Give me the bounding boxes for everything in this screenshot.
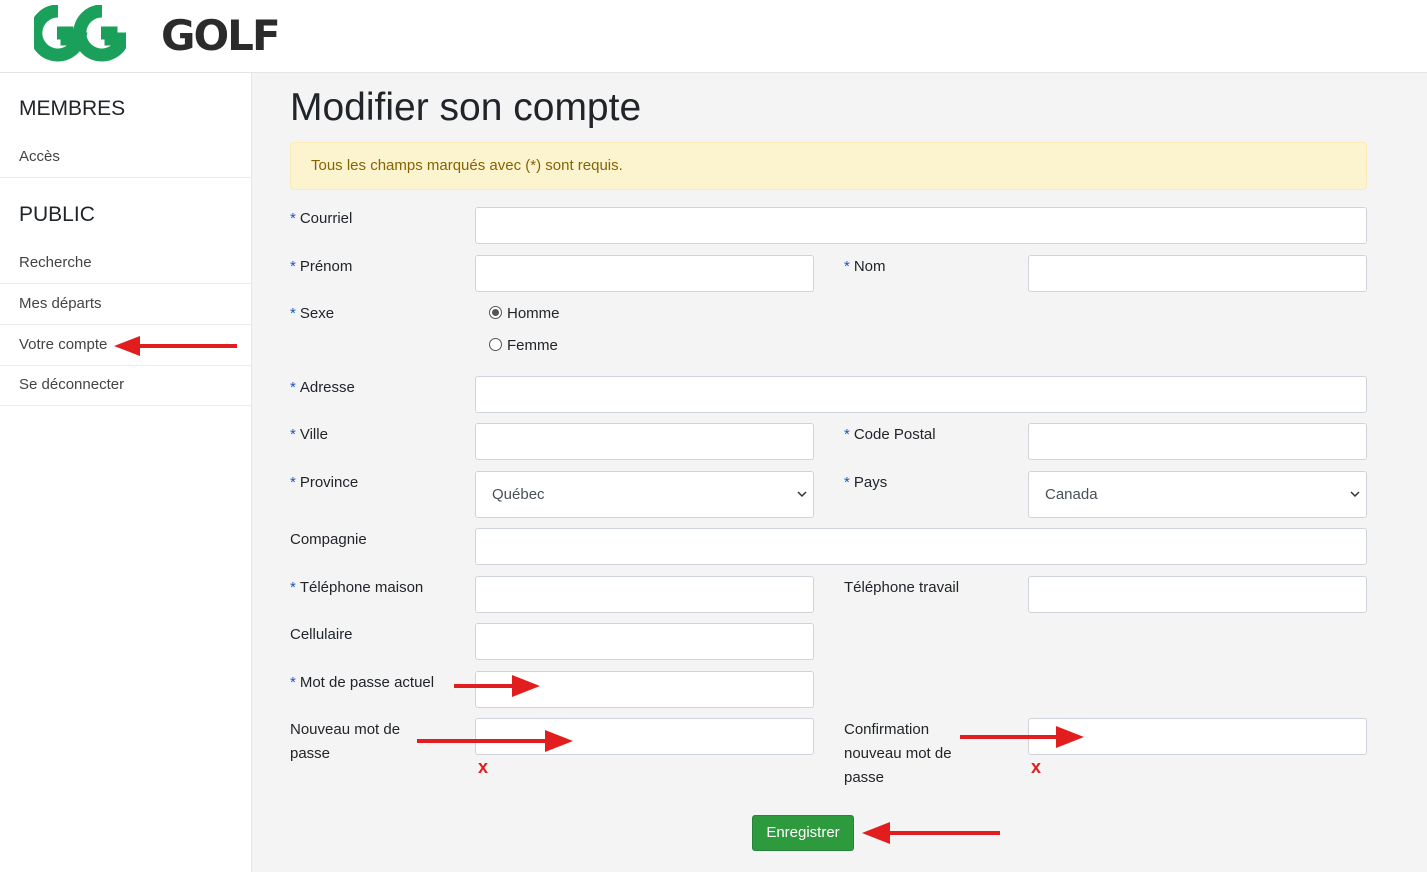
required-marker: * bbox=[290, 305, 296, 322]
label-telephone-maison: * Téléphone maison bbox=[290, 576, 423, 600]
required-fields-alert: Tous les champs marqués avec (*) sont re… bbox=[290, 142, 1367, 190]
sidebar-item-se-deconnecter[interactable]: Se déconnecter bbox=[0, 365, 251, 406]
courriel-input[interactable] bbox=[475, 207, 1367, 244]
label-nom: * Nom bbox=[844, 255, 886, 279]
error-x-icon: x bbox=[1031, 757, 1042, 777]
top-bar: GOLF bbox=[0, 0, 1427, 73]
chevron-down-icon bbox=[797, 491, 807, 498]
label-line: passe bbox=[844, 769, 885, 786]
label-text: Pays bbox=[853, 474, 888, 491]
label-text: Mot de passe actuel bbox=[299, 674, 435, 691]
gg-logo-mark-icon bbox=[29, 4, 132, 62]
label-text: Téléphone maison bbox=[299, 579, 424, 596]
select-value: Canada bbox=[1045, 486, 1098, 503]
label-pays: * Pays bbox=[844, 471, 887, 495]
required-marker: * bbox=[844, 474, 850, 491]
required-marker: * bbox=[290, 579, 296, 596]
label-adresse: * Adresse bbox=[290, 376, 355, 400]
annotation-arrow-right-icon bbox=[454, 675, 540, 697]
label-text: Nom bbox=[853, 258, 886, 275]
label-line: Confirmation bbox=[844, 721, 930, 738]
required-marker: * bbox=[290, 474, 296, 491]
label-text: Province bbox=[299, 474, 359, 491]
sidebar-item-label: Mes départs bbox=[19, 295, 102, 312]
radio-femme[interactable]: Femme bbox=[489, 336, 558, 356]
sidebar-item-recherche[interactable]: Recherche bbox=[0, 243, 251, 284]
sidebar-item-label: Recherche bbox=[19, 254, 92, 271]
label-sexe: * Sexe bbox=[290, 302, 334, 326]
sidebar-item-label: Votre compte bbox=[19, 336, 108, 353]
logo-text: GOLF bbox=[161, 11, 281, 60]
radio-label: Femme bbox=[507, 337, 558, 354]
label-ville: * Ville bbox=[290, 423, 328, 447]
ville-input[interactable] bbox=[475, 423, 814, 460]
chevron-down-icon bbox=[1350, 491, 1360, 498]
province-select[interactable]: Québec bbox=[475, 471, 814, 518]
prenom-input[interactable] bbox=[475, 255, 814, 292]
radio-checked-icon[interactable] bbox=[489, 306, 502, 319]
sidebar-item-label: Se déconnecter bbox=[19, 376, 125, 393]
label-text: Adresse bbox=[299, 379, 355, 396]
label-cellulaire: Cellulaire bbox=[290, 626, 353, 643]
radio-unchecked-icon[interactable] bbox=[489, 338, 502, 351]
label-text: Ville bbox=[299, 426, 328, 443]
label-line: passe bbox=[290, 745, 331, 762]
sidebar-heading-public: PUBLIC bbox=[19, 203, 95, 226]
label-confirmation-mot-de-passe: Confirmation nouveau mot de passe bbox=[844, 718, 952, 790]
enregistrer-button[interactable]: Enregistrer bbox=[752, 815, 854, 851]
annotation-arrow-right-icon bbox=[417, 730, 573, 752]
error-x-icon: x bbox=[478, 757, 489, 777]
gg-golf-logo[interactable]: GOLF bbox=[29, 4, 281, 63]
required-marker: * bbox=[290, 210, 296, 227]
annotation-arrow-left-icon bbox=[862, 822, 1000, 844]
label-prenom: * Prénom bbox=[290, 255, 352, 279]
sidebar-item-acces[interactable]: Accès bbox=[0, 137, 251, 178]
compagnie-input[interactable] bbox=[475, 528, 1367, 565]
required-marker: * bbox=[844, 258, 850, 275]
label-text: Prénom bbox=[299, 258, 353, 275]
required-marker: * bbox=[290, 379, 296, 396]
adresse-input[interactable] bbox=[475, 376, 1367, 413]
label-line: Nouveau mot de bbox=[290, 721, 401, 738]
telephone-travail-input[interactable] bbox=[1028, 576, 1367, 613]
sidebar-heading-membres: MEMBRES bbox=[19, 97, 126, 120]
label-text: Sexe bbox=[299, 305, 335, 322]
pays-select[interactable]: Canada bbox=[1028, 471, 1367, 518]
required-marker: * bbox=[290, 426, 296, 443]
radio-homme[interactable]: Homme bbox=[489, 304, 560, 324]
select-value: Québec bbox=[492, 486, 545, 503]
label-telephone-travail: Téléphone travail bbox=[844, 579, 960, 596]
required-marker: * bbox=[844, 426, 850, 443]
label-mot-de-passe-actuel: * Mot de passe actuel bbox=[290, 671, 434, 695]
label-text: Code Postal bbox=[853, 426, 936, 443]
label-province: * Province bbox=[290, 471, 358, 495]
label-code-postal: * Code Postal bbox=[844, 423, 936, 447]
label-text: Courriel bbox=[299, 210, 353, 227]
code-postal-input[interactable] bbox=[1028, 423, 1367, 460]
nom-input[interactable] bbox=[1028, 255, 1367, 292]
label-compagnie: Compagnie bbox=[290, 531, 367, 548]
radio-label: Homme bbox=[507, 305, 560, 322]
telephone-maison-input[interactable] bbox=[475, 576, 814, 613]
sidebar-item-mes-departs[interactable]: Mes départs bbox=[0, 284, 251, 325]
annotation-arrow-left-icon bbox=[114, 336, 237, 356]
sidebar: MEMBRES Accès PUBLIC Recherche Mes dépar… bbox=[0, 73, 252, 872]
label-courriel: * Courriel bbox=[290, 207, 352, 231]
label-line: nouveau mot de bbox=[844, 745, 952, 762]
required-marker: * bbox=[290, 674, 296, 691]
cellulaire-input[interactable] bbox=[475, 623, 814, 660]
page-title: Modifier son compte bbox=[290, 86, 642, 129]
required-marker: * bbox=[290, 258, 296, 275]
sidebar-item-label: Accès bbox=[19, 148, 60, 165]
label-nouveau-mot-de-passe: Nouveau mot de passe bbox=[290, 718, 400, 766]
annotation-arrow-right-icon bbox=[960, 726, 1084, 748]
